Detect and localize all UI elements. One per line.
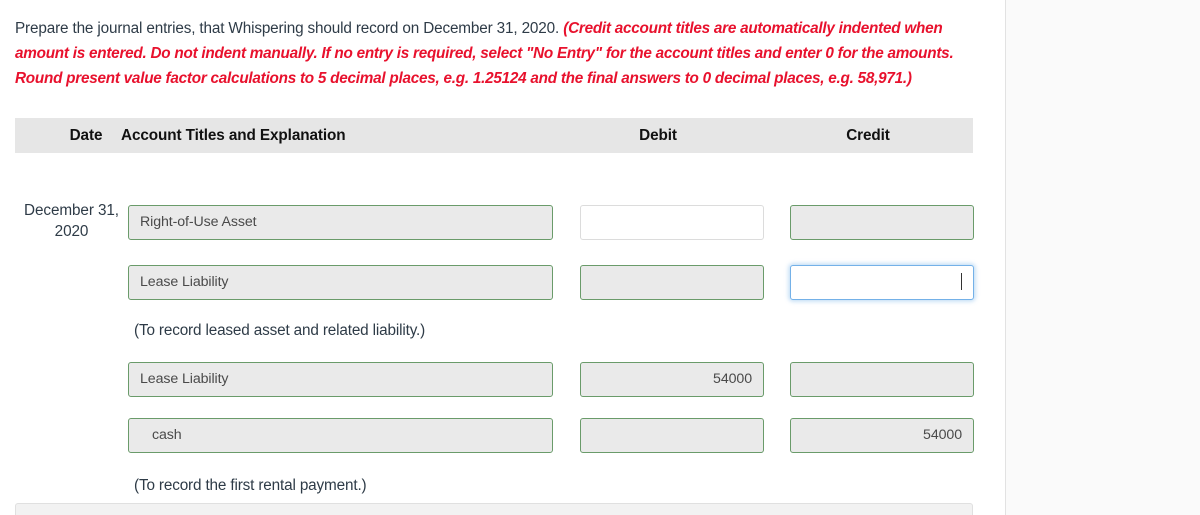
- debit-amount-input-2[interactable]: [580, 265, 764, 300]
- entry-caption-2: (To record the first rental payment.): [134, 477, 367, 494]
- table-body: December 31, 2020 Right-of-Use Asset Lea…: [15, 153, 974, 494]
- instruction-prompt: Prepare the journal entries, that Whispe…: [15, 20, 560, 37]
- credit-amount-input-1[interactable]: [790, 205, 974, 240]
- debit-amount-input-4[interactable]: [580, 418, 764, 453]
- account-title-input-4[interactable]: cash: [128, 418, 553, 453]
- table-row: Lease Liability: [15, 265, 974, 301]
- bottom-panel-stub: [15, 503, 973, 515]
- table-row: Right-of-Use Asset: [15, 205, 974, 241]
- credit-amount-input-3[interactable]: [790, 362, 974, 397]
- column-header-debit: Debit: [639, 127, 677, 144]
- entry-caption-1: (To record leased asset and related liab…: [134, 322, 426, 339]
- account-title-input-2[interactable]: Lease Liability: [128, 265, 553, 300]
- debit-amount-input-3[interactable]: 54000: [580, 362, 764, 397]
- column-header-account-titles: Account Titles and Explanation: [121, 127, 346, 144]
- account-title-input-3[interactable]: Lease Liability: [128, 362, 553, 397]
- table-row: cash 54000: [15, 418, 974, 454]
- column-header-credit: Credit: [846, 127, 890, 144]
- credit-amount-input-4[interactable]: 54000: [790, 418, 974, 453]
- debit-amount-input-1[interactable]: [580, 205, 764, 240]
- journal-entry-table: Date Account Titles and Explanation Debi…: [15, 118, 974, 494]
- table-row: Lease Liability 54000: [15, 362, 974, 398]
- right-side-panel: [1005, 0, 1200, 515]
- table-header-row: Date Account Titles and Explanation Debi…: [15, 118, 973, 153]
- column-header-date: Date: [69, 127, 103, 144]
- text-cursor: [960, 272, 962, 290]
- instructions-block: Prepare the journal entries, that Whispe…: [15, 16, 975, 91]
- credit-amount-input-2[interactable]: [790, 265, 974, 300]
- account-title-input-1[interactable]: Right-of-Use Asset: [128, 205, 553, 240]
- journal-entry-work-area: Prepare the journal entries, that Whispe…: [0, 0, 1005, 515]
